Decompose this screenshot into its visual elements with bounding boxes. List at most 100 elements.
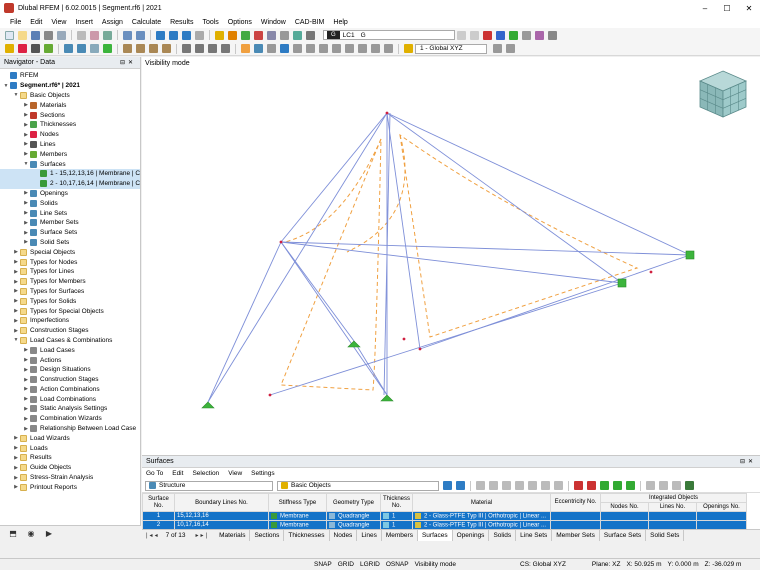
excel-icon[interactable]: [685, 481, 694, 490]
nav-item[interactable]: ▶ Solids: [0, 198, 140, 208]
table-icon[interactable]: [57, 30, 66, 40]
menu-assign[interactable]: Assign: [102, 19, 123, 26]
copy-row-icon[interactable]: [554, 481, 563, 490]
nav-item[interactable]: ▶ Results: [0, 453, 140, 463]
export-icon[interactable]: [515, 481, 524, 490]
menu-results[interactable]: Results: [170, 19, 193, 26]
expand-chevron-icon[interactable]: ▶: [22, 230, 30, 236]
move-icon[interactable]: [123, 44, 132, 53]
expand-chevron-icon[interactable]: ▶: [22, 151, 30, 157]
nav-item[interactable]: ▶ Types for Solids: [0, 296, 140, 306]
col-surface-no[interactable]: Surface No.: [142, 493, 175, 512]
mesh-icon[interactable]: [267, 44, 276, 53]
redo-icon[interactable]: [136, 30, 145, 40]
expand-chevron-icon[interactable]: ▶: [22, 367, 30, 373]
page-nav-next-last-icon[interactable]: ▸▸|: [195, 532, 209, 539]
paste-icon[interactable]: [90, 30, 99, 40]
expand-chevron-icon[interactable]: ▶: [22, 396, 30, 402]
expand-chevron-icon[interactable]: ▶: [22, 406, 30, 412]
edit-row-icon[interactable]: [541, 481, 550, 490]
render-icon[interactable]: [293, 44, 302, 53]
filter-icon[interactable]: [267, 30, 276, 40]
osnap-toggle[interactable]: OSNAP: [386, 561, 409, 568]
open-folder-icon[interactable]: [18, 30, 27, 40]
tab-solids[interactable]: Solids: [489, 530, 517, 541]
load-case-select[interactable]: G LC1 G: [323, 30, 455, 40]
tab-openings[interactable]: Openings: [453, 530, 490, 541]
nav-item[interactable]: ▶ Surface Sets: [0, 228, 140, 238]
lgrid-toggle[interactable]: LGRID: [360, 561, 380, 568]
comment-icon[interactable]: [221, 44, 230, 53]
surface-icon[interactable]: [64, 44, 73, 53]
design-icon[interactable]: [241, 30, 250, 40]
member-icon[interactable]: [44, 44, 53, 53]
expand-chevron-icon[interactable]: ▶: [12, 318, 20, 324]
expand-chevron-icon[interactable]: ▼: [22, 161, 30, 167]
tab-sections[interactable]: Sections: [250, 530, 285, 541]
layers-icon[interactable]: [506, 44, 515, 53]
cell-eccentricity[interactable]: [550, 511, 601, 521]
table-menu-selection[interactable]: Selection: [192, 470, 219, 477]
object-filter-select[interactable]: Basic Objects: [277, 480, 439, 491]
show-loads-icon[interactable]: [483, 30, 492, 40]
table-menu-view[interactable]: View: [228, 470, 242, 477]
save-icon[interactable]: [31, 30, 40, 40]
table-menu-edit[interactable]: Edit: [172, 470, 183, 477]
opening-icon[interactable]: [90, 44, 99, 53]
nav-item[interactable]: ▶ Types for Special Objects: [0, 306, 140, 316]
expand-chevron-icon[interactable]: ▶: [22, 200, 30, 206]
move-row-up-icon[interactable]: [600, 481, 609, 490]
nav-item[interactable]: ▶ Actions: [0, 355, 140, 365]
nav-item[interactable]: ▶ Action Combinations: [0, 385, 140, 395]
section-view-icon[interactable]: [182, 44, 191, 53]
menu-cad-bim[interactable]: CAD-BIM: [295, 19, 325, 26]
display-tab-icon[interactable]: ◉: [22, 528, 40, 540]
menu-file[interactable]: File: [10, 19, 21, 26]
expand-chevron-icon[interactable]: ▼: [12, 337, 20, 343]
expand-chevron-icon[interactable]: ▶: [22, 122, 30, 128]
nav-item[interactable]: ▶ Line Sets: [0, 208, 140, 218]
tab-line-sets[interactable]: Line Sets: [516, 530, 553, 541]
insert-row-icon[interactable]: [587, 481, 596, 490]
expand-chevron-icon[interactable]: ▶: [22, 112, 30, 118]
expand-chevron-icon[interactable]: ▶: [22, 357, 30, 363]
coordinate-system-icon[interactable]: [404, 44, 413, 53]
nav-item[interactable]: RFEM: [0, 71, 140, 81]
col-geometry-type[interactable]: Geometry Type: [326, 493, 381, 512]
view-x-icon[interactable]: [345, 44, 354, 53]
menu-insert[interactable]: Insert: [75, 19, 93, 26]
col-openings-no[interactable]: Openings No.: [695, 502, 748, 512]
previous-load-case-icon[interactable]: [457, 30, 466, 40]
support-icon[interactable]: [103, 44, 112, 53]
scale-icon[interactable]: [162, 44, 171, 53]
expand-chevron-icon[interactable]: ▶: [12, 298, 20, 304]
table-view-icon[interactable]: [476, 481, 485, 490]
expand-chevron-icon[interactable]: ▶: [22, 141, 30, 147]
solid-icon[interactable]: [77, 44, 86, 53]
menu-view[interactable]: View: [51, 19, 66, 26]
isometric-view-icon[interactable]: [384, 44, 393, 53]
animation-icon[interactable]: [522, 30, 531, 40]
nav-item[interactable]: ▶ Relationship Between Load Case: [0, 424, 140, 434]
expand-chevron-icon[interactable]: ▶: [22, 377, 30, 383]
nav-item[interactable]: ▼ Segment.rf6* | 2021: [0, 81, 140, 91]
nav-item[interactable]: ▶ Imperfections: [0, 316, 140, 326]
print-table-icon[interactable]: [672, 481, 681, 490]
legend-icon[interactable]: [548, 30, 557, 40]
cell-boundary-lines[interactable]: 15,12,13,16: [174, 511, 269, 521]
nav-item[interactable]: ▶ Member Sets: [0, 218, 140, 228]
nav-item[interactable]: ▶ Types for Lines: [0, 267, 140, 277]
grid-toggle[interactable]: GRID: [338, 561, 354, 568]
visibility-mode-toggle[interactable]: Visibility mode: [415, 561, 456, 568]
model-view[interactable]: Visibility mode: [142, 57, 760, 455]
nav-item[interactable]: 1 - 15,12,13,16 | Membrane | C: [0, 168, 140, 179]
col-material[interactable]: Material: [412, 493, 551, 512]
nav-item[interactable]: ▶ Loads: [0, 443, 140, 453]
deformation-icon[interactable]: [509, 30, 518, 40]
expand-chevron-icon[interactable]: ▶: [22, 132, 30, 138]
nav-item[interactable]: ▶ Thicknesses: [0, 120, 140, 130]
mirror-icon[interactable]: [149, 44, 158, 53]
nav-item[interactable]: ▶ Types for Surfaces: [0, 287, 140, 297]
expand-chevron-icon[interactable]: ▶: [12, 328, 20, 334]
nav-item[interactable]: ▶ Guide Objects: [0, 463, 140, 473]
